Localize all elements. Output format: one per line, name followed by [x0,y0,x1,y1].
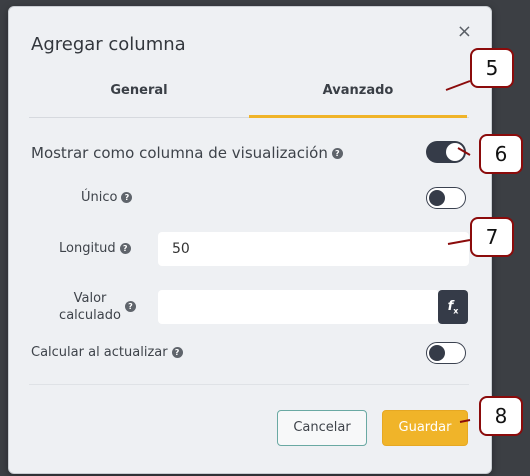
callout-leader-8 [459,419,471,423]
callout-leaders [445,80,471,423]
callout-5: 5 [470,48,514,88]
callout-leader-7 [447,239,471,245]
callout-7: 7 [470,217,514,257]
callout-leader-6 [457,147,471,156]
callout-leader-5 [445,80,471,91]
callout-6: 6 [479,134,523,174]
callout-8: 8 [479,396,523,436]
